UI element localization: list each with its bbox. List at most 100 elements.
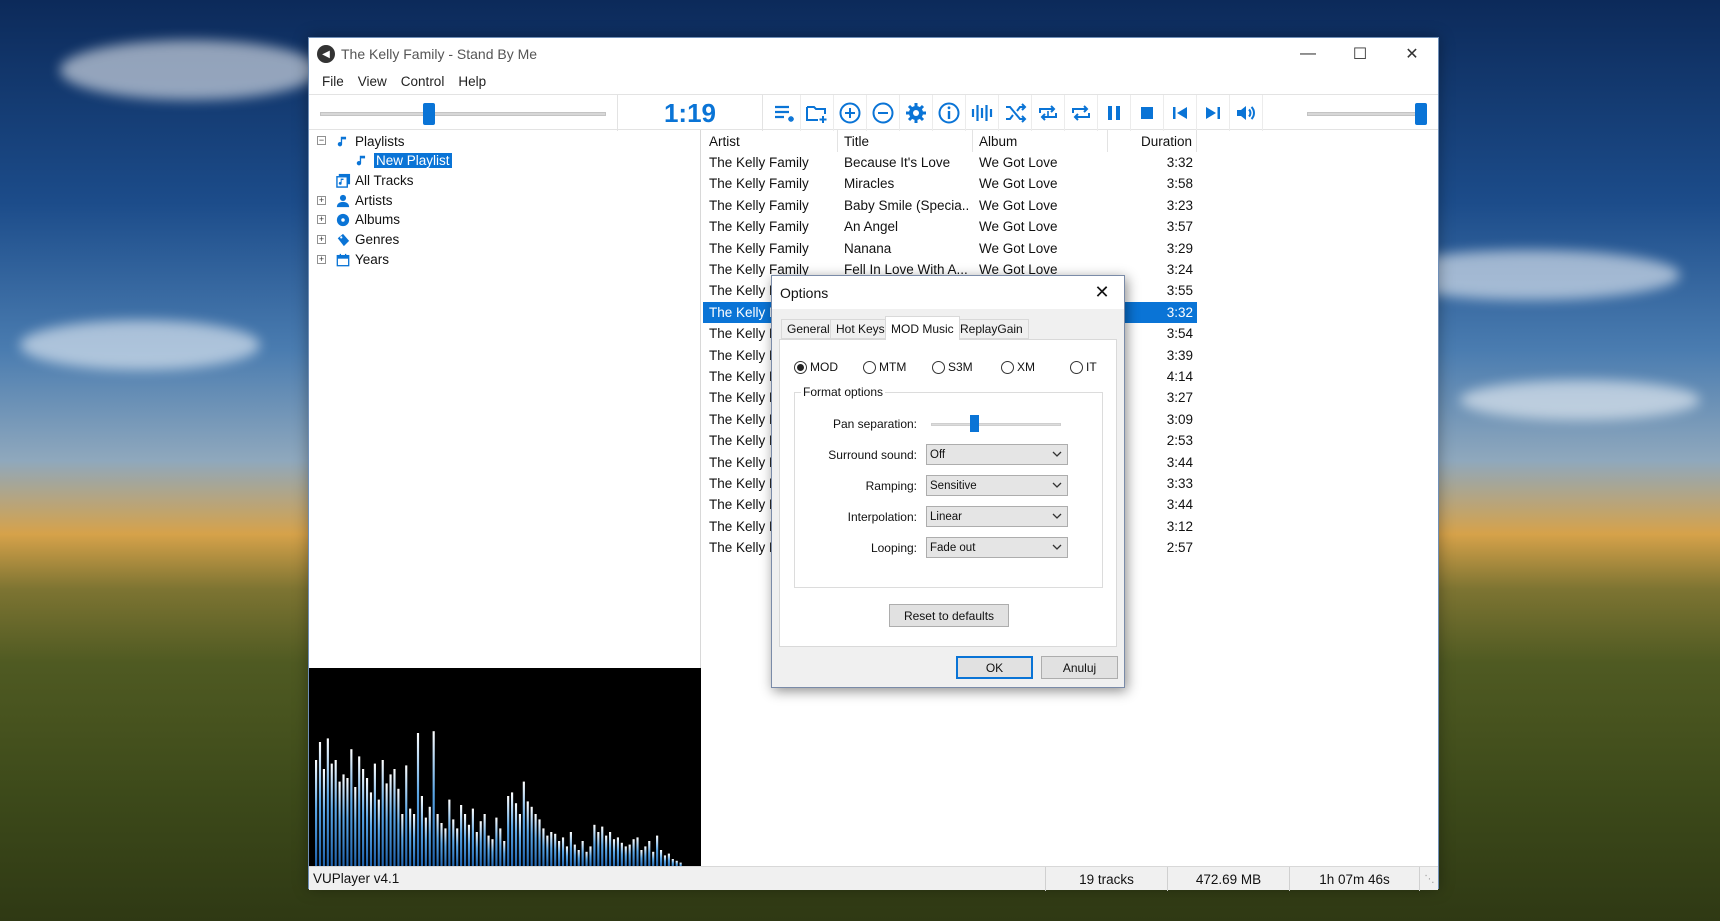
menu-view[interactable]: View [351, 74, 394, 89]
spectrum-bar [448, 799, 451, 868]
column-header-album[interactable]: Album [973, 130, 1108, 152]
radio-mtm[interactable]: MTM [863, 360, 906, 374]
table-row[interactable]: The Kelly Family Nanana We Got Love 3:29 [703, 238, 1197, 259]
track-count: 19 tracks [1045, 867, 1167, 891]
surround-sound-select[interactable]: Off [926, 444, 1068, 465]
minimize-button[interactable]: — [1282, 38, 1334, 70]
tree-node-new-playlist[interactable]: New Playlist [354, 151, 453, 170]
pan-separation-thumb[interactable] [969, 415, 979, 432]
tree-node-genres[interactable]: Genres [335, 230, 399, 249]
spectrum-bar [479, 821, 482, 868]
seek-slider[interactable] [320, 112, 606, 116]
cancel-button[interactable]: Anuluj [1041, 656, 1118, 679]
spectrum-bar [601, 826, 604, 868]
tree-node-albums[interactable]: Albums [335, 210, 400, 229]
cell-duration: 3:33 [1166, 476, 1193, 491]
reset-defaults-button[interactable]: Reset to defaults [889, 604, 1009, 627]
spectrum-bar [326, 738, 329, 868]
title-bar[interactable]: ◀ The Kelly Family - Stand By Me — ☐ ✕ [309, 38, 1438, 70]
tree-node-playlists[interactable]: Playlists [335, 132, 405, 151]
spectrum-bar [530, 806, 533, 868]
tree-node-years[interactable]: Years [335, 250, 389, 269]
cell-duration: 3:44 [1166, 497, 1193, 513]
looping-select[interactable]: Fade out [926, 537, 1068, 558]
spectrum-bar [605, 835, 608, 868]
expand-artists-button[interactable]: + [317, 196, 326, 205]
spectrum-visualizer[interactable] [309, 668, 701, 868]
expand-genres-button[interactable]: + [317, 235, 326, 244]
dialog-title-bar[interactable]: Options ✕ [772, 276, 1124, 309]
menu-control[interactable]: Control [394, 74, 452, 89]
cell-title: Nanana [844, 240, 892, 256]
expand-albums-button[interactable]: + [317, 215, 326, 224]
remove-icon[interactable] [867, 95, 900, 131]
spectrum-bar [369, 792, 373, 868]
seek-slider-thumb[interactable] [422, 103, 435, 125]
column-header-title[interactable]: Title [838, 130, 973, 152]
cell-duration: 3:39 [1166, 347, 1193, 363]
shuffle-icon[interactable] [999, 95, 1032, 131]
volume-icon[interactable] [1230, 95, 1263, 131]
spectrum-bar [620, 842, 623, 868]
next-icon[interactable] [1197, 95, 1230, 131]
table-row[interactable]: The Kelly Family Baby Smile (Specia... We … [703, 195, 1197, 216]
column-header-artist[interactable]: Artist [703, 130, 838, 152]
interpolation-select[interactable]: Linear [926, 506, 1068, 527]
playlist-menu-icon[interactable] [768, 95, 801, 131]
spectrum-bar [526, 801, 529, 868]
tab-mod-music[interactable]: MOD Music [885, 316, 960, 340]
surround-sound-label: Surround sound: [828, 448, 917, 462]
radio-it[interactable]: IT [1070, 360, 1097, 374]
stop-icon[interactable] [1131, 95, 1164, 131]
close-icon[interactable]: ✕ [1084, 276, 1120, 309]
spectrum-bar [377, 799, 380, 868]
time-display: 1:19 [617, 95, 763, 131]
menu-help[interactable]: Help [451, 74, 493, 89]
menu-file[interactable]: File [315, 74, 351, 89]
previous-icon[interactable] [1164, 95, 1197, 131]
spectrum-bar [565, 846, 569, 868]
cell-artist: The Kelly Family [709, 155, 809, 170]
tree-node-artists[interactable]: Artists [335, 191, 393, 210]
chevron-down-icon [1052, 513, 1062, 519]
tree-node-all-tracks[interactable]: All Tracks [335, 171, 414, 190]
spectrum-bar [358, 756, 361, 868]
pause-icon[interactable] [1098, 95, 1131, 131]
spectrum-bar [413, 814, 416, 868]
volume-slider[interactable] [1307, 112, 1427, 116]
equalizer-icon[interactable] [966, 95, 999, 131]
repeat-all-icon[interactable] [1065, 95, 1098, 131]
cell-artist: The Kelly Family [709, 176, 809, 192]
tab-replaygain[interactable]: ReplayGain [954, 319, 1029, 339]
spectrum-bar [609, 832, 612, 868]
table-row[interactable]: The Kelly Family Because It's Love We Got … [703, 152, 1197, 173]
group-label: Format options [801, 385, 886, 399]
radio-s3m[interactable]: S3M [932, 360, 973, 374]
radio-mod[interactable]: MOD [794, 360, 838, 374]
tab-general[interactable]: General [781, 319, 836, 339]
tab-hot-keys[interactable]: Hot Keys [830, 319, 891, 339]
radio-xm[interactable]: XM [1001, 360, 1035, 374]
expand-years-button[interactable]: + [317, 255, 326, 264]
info-icon[interactable] [933, 95, 966, 131]
table-row[interactable]: The Kelly Family Miracles We Got Love 3:58 [703, 173, 1197, 194]
close-button[interactable]: ✕ [1386, 38, 1438, 70]
spectrum-bar [573, 844, 576, 868]
maximize-button[interactable]: ☐ [1334, 38, 1386, 70]
add-folder-icon[interactable] [801, 95, 834, 131]
music-note-icon [335, 134, 351, 150]
table-row[interactable]: The Kelly Family An Angel We Got Love 3:57 [703, 216, 1197, 237]
resize-grip-icon[interactable]: ⋱ [1419, 867, 1439, 891]
ok-button[interactable]: OK [956, 656, 1033, 679]
ramping-select[interactable]: Sensitive [926, 475, 1068, 496]
add-icon[interactable] [834, 95, 867, 131]
spectrum-bar [346, 778, 349, 868]
spectrum-bar [322, 769, 325, 868]
column-header-duration[interactable]: Duration [1108, 130, 1197, 152]
collapse-playlists-button[interactable]: − [317, 136, 326, 145]
pan-separation-slider[interactable] [931, 423, 1061, 426]
gear-icon[interactable] [900, 95, 933, 131]
volume-slider-thumb[interactable] [1415, 103, 1427, 125]
spectrum-bar [589, 846, 592, 868]
repeat-track-icon[interactable] [1032, 95, 1065, 131]
